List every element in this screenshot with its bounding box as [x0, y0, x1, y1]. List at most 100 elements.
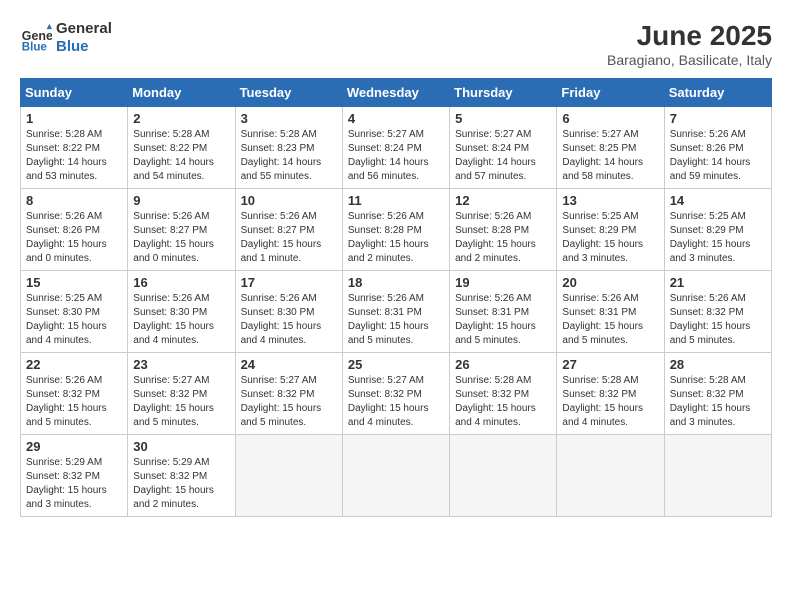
table-row: 20 Sunrise: 5:26 AMSunset: 8:31 PMDaylig…: [557, 271, 664, 353]
day-info: Sunrise: 5:27 AMSunset: 8:24 PMDaylight:…: [348, 128, 444, 184]
table-row: 30 Sunrise: 5:29 AMSunset: 8:32 PMDaylig…: [128, 435, 235, 517]
day-number: 25: [348, 357, 444, 372]
table-row: 16 Sunrise: 5:26 AMSunset: 8:30 PMDaylig…: [128, 271, 235, 353]
title-block: June 2025 Baragiano, Basilicate, Italy: [607, 20, 772, 68]
location: Baragiano, Basilicate, Italy: [607, 52, 772, 68]
table-row: 8 Sunrise: 5:26 AMSunset: 8:26 PMDayligh…: [21, 189, 128, 271]
page-header: General Blue General Blue June 2025 Bara…: [20, 20, 772, 68]
calendar-row: 15 Sunrise: 5:25 AMSunset: 8:30 PMDaylig…: [21, 271, 772, 353]
day-info: Sunrise: 5:27 AMSunset: 8:32 PMDaylight:…: [133, 374, 229, 430]
table-row: 24 Sunrise: 5:27 AMSunset: 8:32 PMDaylig…: [235, 353, 342, 435]
day-info: Sunrise: 5:26 AMSunset: 8:32 PMDaylight:…: [26, 374, 122, 430]
day-info: Sunrise: 5:28 AMSunset: 8:32 PMDaylight:…: [562, 374, 658, 430]
table-row: 15 Sunrise: 5:25 AMSunset: 8:30 PMDaylig…: [21, 271, 128, 353]
table-row: 22 Sunrise: 5:26 AMSunset: 8:32 PMDaylig…: [21, 353, 128, 435]
table-row: 21 Sunrise: 5:26 AMSunset: 8:32 PMDaylig…: [664, 271, 771, 353]
day-info: Sunrise: 5:26 AMSunset: 8:31 PMDaylight:…: [348, 292, 444, 348]
table-row: 1 Sunrise: 5:28 AMSunset: 8:22 PMDayligh…: [21, 107, 128, 189]
day-info: Sunrise: 5:26 AMSunset: 8:31 PMDaylight:…: [562, 292, 658, 348]
day-info: Sunrise: 5:28 AMSunset: 8:22 PMDaylight:…: [26, 128, 122, 184]
day-number: 17: [241, 275, 337, 290]
col-sunday: Sunday: [21, 79, 128, 107]
day-info: Sunrise: 5:27 AMSunset: 8:32 PMDaylight:…: [241, 374, 337, 430]
empty-cell: [557, 435, 664, 517]
day-number: 7: [670, 111, 766, 126]
day-number: 20: [562, 275, 658, 290]
table-row: 23 Sunrise: 5:27 AMSunset: 8:32 PMDaylig…: [128, 353, 235, 435]
logo-line2: Blue: [56, 38, 112, 56]
day-info: Sunrise: 5:29 AMSunset: 8:32 PMDaylight:…: [26, 456, 122, 512]
day-info: Sunrise: 5:27 AMSunset: 8:24 PMDaylight:…: [455, 128, 551, 184]
calendar-row: 1 Sunrise: 5:28 AMSunset: 8:22 PMDayligh…: [21, 107, 772, 189]
day-info: Sunrise: 5:26 AMSunset: 8:28 PMDaylight:…: [455, 210, 551, 266]
table-row: 17 Sunrise: 5:26 AMSunset: 8:30 PMDaylig…: [235, 271, 342, 353]
table-row: 26 Sunrise: 5:28 AMSunset: 8:32 PMDaylig…: [450, 353, 557, 435]
table-row: 19 Sunrise: 5:26 AMSunset: 8:31 PMDaylig…: [450, 271, 557, 353]
empty-cell: [235, 435, 342, 517]
day-number: 11: [348, 193, 444, 208]
day-info: Sunrise: 5:29 AMSunset: 8:32 PMDaylight:…: [133, 456, 229, 512]
day-number: 6: [562, 111, 658, 126]
day-info: Sunrise: 5:26 AMSunset: 8:26 PMDaylight:…: [670, 128, 766, 184]
day-info: Sunrise: 5:27 AMSunset: 8:32 PMDaylight:…: [348, 374, 444, 430]
day-number: 18: [348, 275, 444, 290]
day-info: Sunrise: 5:25 AMSunset: 8:30 PMDaylight:…: [26, 292, 122, 348]
day-number: 28: [670, 357, 766, 372]
calendar-row: 22 Sunrise: 5:26 AMSunset: 8:32 PMDaylig…: [21, 353, 772, 435]
day-number: 8: [26, 193, 122, 208]
table-row: 13 Sunrise: 5:25 AMSunset: 8:29 PMDaylig…: [557, 189, 664, 271]
day-number: 10: [241, 193, 337, 208]
day-info: Sunrise: 5:26 AMSunset: 8:31 PMDaylight:…: [455, 292, 551, 348]
day-number: 9: [133, 193, 229, 208]
calendar-table: Sunday Monday Tuesday Wednesday Thursday…: [20, 78, 772, 517]
day-info: Sunrise: 5:26 AMSunset: 8:26 PMDaylight:…: [26, 210, 122, 266]
table-row: 10 Sunrise: 5:26 AMSunset: 8:27 PMDaylig…: [235, 189, 342, 271]
table-row: 12 Sunrise: 5:26 AMSunset: 8:28 PMDaylig…: [450, 189, 557, 271]
table-row: 3 Sunrise: 5:28 AMSunset: 8:23 PMDayligh…: [235, 107, 342, 189]
table-row: 29 Sunrise: 5:29 AMSunset: 8:32 PMDaylig…: [21, 435, 128, 517]
day-number: 22: [26, 357, 122, 372]
day-number: 19: [455, 275, 551, 290]
calendar-row: 29 Sunrise: 5:29 AMSunset: 8:32 PMDaylig…: [21, 435, 772, 517]
col-friday: Friday: [557, 79, 664, 107]
empty-cell: [450, 435, 557, 517]
day-info: Sunrise: 5:26 AMSunset: 8:32 PMDaylight:…: [670, 292, 766, 348]
day-info: Sunrise: 5:28 AMSunset: 8:32 PMDaylight:…: [670, 374, 766, 430]
table-row: 5 Sunrise: 5:27 AMSunset: 8:24 PMDayligh…: [450, 107, 557, 189]
day-info: Sunrise: 5:28 AMSunset: 8:32 PMDaylight:…: [455, 374, 551, 430]
day-info: Sunrise: 5:28 AMSunset: 8:23 PMDaylight:…: [241, 128, 337, 184]
table-row: 27 Sunrise: 5:28 AMSunset: 8:32 PMDaylig…: [557, 353, 664, 435]
day-info: Sunrise: 5:26 AMSunset: 8:30 PMDaylight:…: [133, 292, 229, 348]
logo-line1: General: [56, 20, 112, 38]
col-monday: Monday: [128, 79, 235, 107]
table-row: 7 Sunrise: 5:26 AMSunset: 8:26 PMDayligh…: [664, 107, 771, 189]
day-number: 29: [26, 439, 122, 454]
day-info: Sunrise: 5:25 AMSunset: 8:29 PMDaylight:…: [670, 210, 766, 266]
col-saturday: Saturday: [664, 79, 771, 107]
empty-cell: [664, 435, 771, 517]
day-info: Sunrise: 5:28 AMSunset: 8:22 PMDaylight:…: [133, 128, 229, 184]
day-number: 15: [26, 275, 122, 290]
table-row: 11 Sunrise: 5:26 AMSunset: 8:28 PMDaylig…: [342, 189, 449, 271]
day-info: Sunrise: 5:26 AMSunset: 8:27 PMDaylight:…: [133, 210, 229, 266]
day-info: Sunrise: 5:25 AMSunset: 8:29 PMDaylight:…: [562, 210, 658, 266]
day-number: 2: [133, 111, 229, 126]
col-wednesday: Wednesday: [342, 79, 449, 107]
col-tuesday: Tuesday: [235, 79, 342, 107]
col-thursday: Thursday: [450, 79, 557, 107]
day-number: 4: [348, 111, 444, 126]
day-info: Sunrise: 5:26 AMSunset: 8:27 PMDaylight:…: [241, 210, 337, 266]
header-row: Sunday Monday Tuesday Wednesday Thursday…: [21, 79, 772, 107]
day-number: 24: [241, 357, 337, 372]
table-row: 25 Sunrise: 5:27 AMSunset: 8:32 PMDaylig…: [342, 353, 449, 435]
day-number: 23: [133, 357, 229, 372]
day-info: Sunrise: 5:27 AMSunset: 8:25 PMDaylight:…: [562, 128, 658, 184]
logo-icon: General Blue: [20, 22, 52, 54]
day-number: 3: [241, 111, 337, 126]
day-number: 16: [133, 275, 229, 290]
logo: General Blue General Blue: [20, 20, 112, 56]
table-row: 18 Sunrise: 5:26 AMSunset: 8:31 PMDaylig…: [342, 271, 449, 353]
day-number: 1: [26, 111, 122, 126]
table-row: 2 Sunrise: 5:28 AMSunset: 8:22 PMDayligh…: [128, 107, 235, 189]
day-number: 30: [133, 439, 229, 454]
